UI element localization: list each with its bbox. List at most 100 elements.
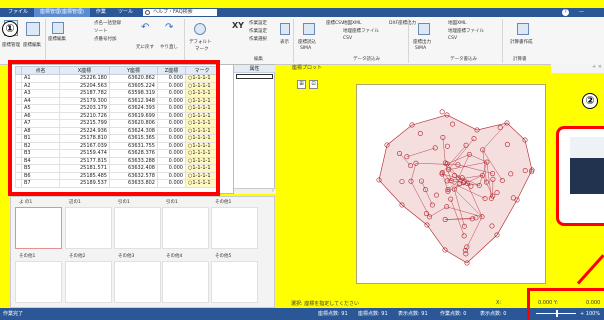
work-select-button[interactable]: 作業選択 xyxy=(249,36,267,42)
x-readout-label: X: xyxy=(496,300,502,306)
property-label: その他5 xyxy=(215,254,232,259)
mark-icon[interactable] xyxy=(194,23,206,35)
redo-button[interactable]: やり直し xyxy=(160,44,178,50)
ribbon-separator xyxy=(45,19,46,63)
coordinate-edit-2-button[interactable]: 座標編集 xyxy=(48,36,66,42)
property-thumbnail[interactable] xyxy=(15,261,62,303)
callout-pointer-line xyxy=(576,254,604,285)
coordinate-edit-button[interactable]: 座標編集 xyxy=(23,42,41,48)
preview-area xyxy=(570,158,604,194)
property-label: その他1 xyxy=(19,254,36,259)
geo-coordinate-import-button[interactable]: 地理座標ファイル xyxy=(343,28,379,34)
coordinate-import-button[interactable]: 座標読込 xyxy=(298,39,316,45)
tab-tools[interactable]: ツール xyxy=(112,8,139,17)
undo-button[interactable]: 元に戻す xyxy=(136,44,154,50)
edit-grid-icon[interactable] xyxy=(52,22,64,34)
csv-import-button[interactable]: CSV xyxy=(343,36,352,41)
coordinate-plot[interactable] xyxy=(357,85,545,283)
sort-button[interactable]: ソート xyxy=(94,28,108,34)
group-label-data-import: データ読込み xyxy=(353,57,380,62)
dxf-export-button[interactable]: DXF座標出力 xyxy=(389,20,416,26)
property-thumbnail[interactable] xyxy=(114,261,161,303)
callout-box-1 xyxy=(8,60,220,196)
plot-status-message: 選択: 座標を指定してください xyxy=(291,301,359,307)
property-label: その他1 xyxy=(215,200,232,205)
coordinate-management-button[interactable]: 座標管理 xyxy=(2,42,20,48)
callout-badge-2: ② xyxy=(582,93,598,109)
search-icon xyxy=(144,10,150,15)
callout-box-2 xyxy=(556,126,604,226)
tab-file[interactable]: ファイル xyxy=(2,8,34,17)
property-thumbnail[interactable] xyxy=(65,261,112,303)
property-label: 引の1 xyxy=(118,200,130,205)
property-thumbnail[interactable] xyxy=(162,207,209,249)
attribute-selection[interactable] xyxy=(236,74,273,79)
xy-icon[interactable]: XY xyxy=(232,21,244,30)
group-label-data-export: データ書込み xyxy=(450,57,477,62)
csv-coordinate-button[interactable]: 座標CSV xyxy=(326,20,344,26)
coordinate-export-button[interactable]: 座標出力 xyxy=(413,39,431,45)
help-search-input[interactable]: ヘルプ・FAQ検索 xyxy=(142,9,217,16)
property-thumbnail[interactable] xyxy=(114,207,161,249)
report-button[interactable]: 計算書作成 xyxy=(510,39,533,45)
tab-work[interactable]: 作業 xyxy=(90,8,112,17)
plot-canvas[interactable] xyxy=(356,84,546,284)
work-settings-2-button[interactable]: 作業設定 xyxy=(249,28,267,34)
property-label: 引の1 xyxy=(166,200,178,205)
map-xml-import-button[interactable]: 地図XML xyxy=(343,20,361,26)
ribbon-separator xyxy=(502,19,503,63)
status-text: 作業完了 xyxy=(3,311,24,317)
sima-import-label[interactable]: SIMA xyxy=(300,46,311,51)
coordinate-export-icon[interactable] xyxy=(418,23,430,35)
display-button[interactable]: 表示 xyxy=(280,39,289,45)
horizontal-scrollbar[interactable]: › xyxy=(234,188,276,194)
status-bar: 作業完了 座標点数: 91 座標点数: 91 表示点数: 91 作業点数: 0 … xyxy=(0,308,604,320)
property-label: その他2 xyxy=(69,254,86,259)
point-name-register-button[interactable]: 点名一括登録 xyxy=(94,20,121,26)
property-thumbnail[interactable] xyxy=(15,207,62,249)
property-thumbnail[interactable] xyxy=(211,207,258,249)
property-thumbnail[interactable] xyxy=(211,261,258,303)
status-item: 作業点数: 0 xyxy=(440,311,467,317)
status-item: 座標点数: 91 xyxy=(318,311,348,317)
zoom-fit-icon[interactable]: ⊞ xyxy=(297,80,306,89)
plot-point-marker[interactable] xyxy=(439,109,445,115)
property-label: その他3 xyxy=(118,254,135,259)
property-label: 辺の1 xyxy=(69,200,81,205)
callout-box-zoom xyxy=(527,288,604,320)
coordinate-import-icon[interactable] xyxy=(303,23,315,35)
status-item: 座標点数: 91 xyxy=(358,311,388,317)
ribbon-separator xyxy=(408,19,409,63)
minimize-button[interactable]: — xyxy=(579,9,584,16)
status-item: 表示点数: 91 xyxy=(398,311,428,317)
property-thumbnail[interactable] xyxy=(162,261,209,303)
map-xml-export-button[interactable]: 地図XML xyxy=(448,20,466,26)
display-icon[interactable] xyxy=(280,23,290,35)
report-icon[interactable] xyxy=(517,23,529,35)
attribute-header: 属性 xyxy=(234,65,275,73)
attribute-column: 属性 › xyxy=(233,65,276,194)
default-mark-button[interactable]: デフォルト xyxy=(189,39,212,45)
right-panel-controls[interactable]: + × xyxy=(551,64,604,73)
ribbon-separator xyxy=(184,19,185,63)
sima-export-label[interactable]: SIMA xyxy=(415,46,426,51)
property-label: よ の1 xyxy=(19,200,33,205)
coordinate-edit-icon[interactable] xyxy=(26,22,40,36)
zoom-window-icon[interactable]: ⊡ xyxy=(309,80,318,89)
point-number-button[interactable]: 点番号付加 xyxy=(94,36,117,42)
plot-boundary xyxy=(378,114,533,264)
work-settings-button[interactable]: 作業設定 xyxy=(249,20,267,26)
ribbon-separator xyxy=(293,19,294,63)
csv-export-button[interactable]: CSV xyxy=(448,36,457,41)
redo-icon[interactable]: ↷ xyxy=(165,22,173,33)
undo-icon[interactable]: ↶ xyxy=(141,22,149,33)
help-icon[interactable]: ? xyxy=(562,9,569,16)
property-thumbnail[interactable] xyxy=(65,207,112,249)
geo-coordinate-export-button[interactable]: 地理座標ファイル xyxy=(448,28,484,34)
group-label-report: 計算書 xyxy=(513,57,527,62)
scroll-right-icon[interactable]: › xyxy=(272,188,274,194)
preview-header xyxy=(570,137,604,158)
menu-tabs: ファイル 座標管理(座標管理) 作業 ツール ヘルプ・FAQ検索 ? — xyxy=(0,8,604,17)
window-controls: ? — xyxy=(562,9,604,16)
tab-coordinate-management[interactable]: 座標管理(座標管理) xyxy=(34,8,90,17)
